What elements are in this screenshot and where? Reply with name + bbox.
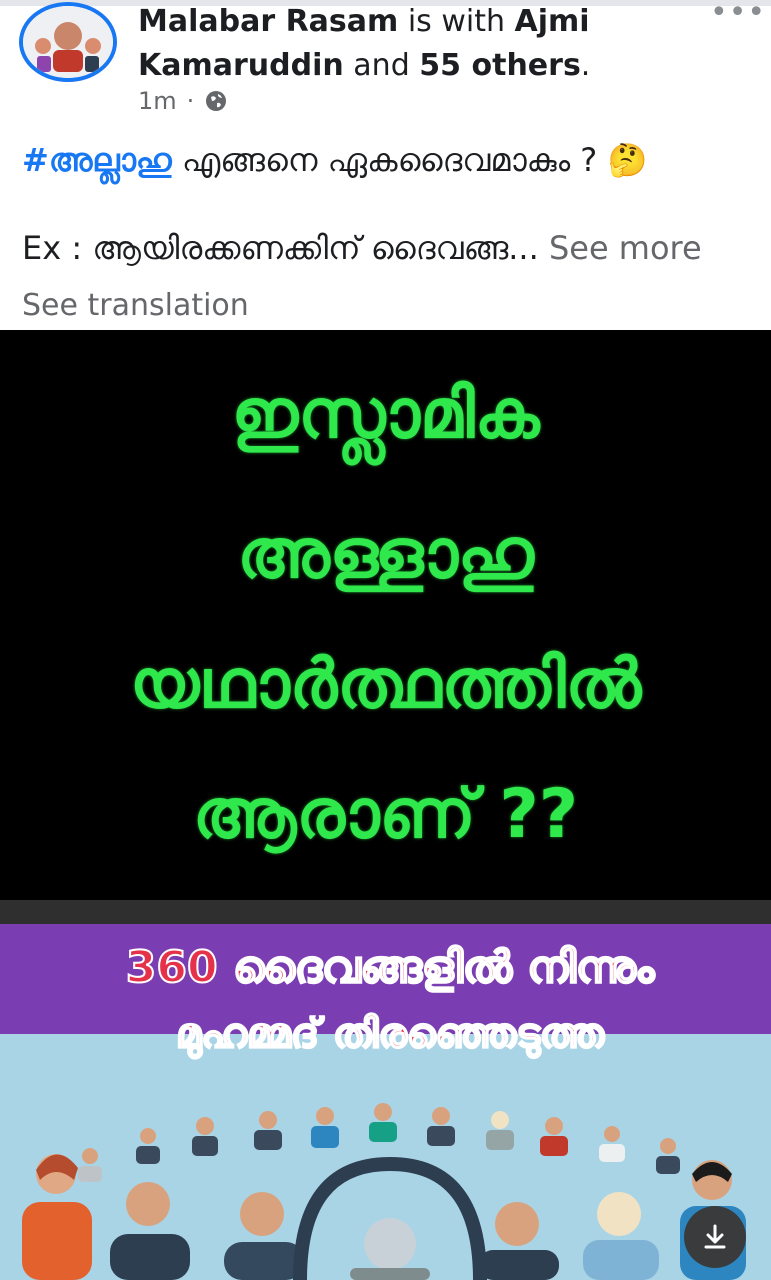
people-illustration	[22, 1103, 746, 1280]
and-text: and	[353, 48, 410, 83]
with-text: is with	[407, 4, 505, 39]
see-more-link[interactable]: See more	[549, 229, 702, 267]
period: .	[580, 48, 591, 83]
image-title-line: യഥാർത്ഥത്തിൽ	[129, 645, 642, 724]
download-icon	[704, 1224, 726, 1249]
post-meta: 1m ·	[138, 86, 228, 116]
post-author-line: Malabar Rasam is with Ajmi Kamaruddin an…	[138, 0, 698, 88]
see-translation-link[interactable]: See translation	[22, 284, 249, 328]
post-text-rest: എങ്ങനെ ഏകദൈവമാകും ? 🤔	[181, 141, 648, 179]
post-image-title-panel[interactable]: ഇസ്ലാമിക അള്ളാഹു യഥാർത്ഥത്തിൽ ആരാണ് ??	[0, 330, 771, 900]
download-button[interactable]	[684, 1206, 746, 1268]
image-title-line: അള്ളാഹു	[237, 515, 534, 594]
image-title-line: ആരാണ് ??	[192, 775, 579, 854]
author-name[interactable]: Malabar Rasam	[138, 4, 398, 39]
meta-separator: ·	[186, 87, 195, 115]
author-avatar[interactable]	[19, 2, 117, 82]
post-text-truncated: Ex : ആയിരക്കണക്കിന് ദൈവങ്ങ...	[22, 229, 539, 267]
avatar-illustration	[23, 6, 113, 78]
more-options-icon[interactable]: •••	[710, 0, 765, 28]
post-time[interactable]: 1m	[138, 86, 177, 116]
image-title-line: ഇസ്ലാമിക	[231, 375, 540, 454]
hashtag-link[interactable]: #അല്ലാഹു	[22, 141, 172, 179]
post-text-line1: #അല്ലാഹു എങ്ങനെ ഏകദൈവമാകും ? 🤔	[22, 138, 762, 182]
post-text-line2: Ex : ആയിരക്കണക്കിന് ദൈവങ്ങ... See more	[22, 226, 762, 270]
image-divider	[0, 900, 771, 924]
banner-text-line1: 360 ദൈവങ്ങളിൽ നിന്നും	[125, 941, 655, 994]
globe-icon	[206, 91, 227, 111]
others-link[interactable]: 55 others	[419, 48, 581, 83]
